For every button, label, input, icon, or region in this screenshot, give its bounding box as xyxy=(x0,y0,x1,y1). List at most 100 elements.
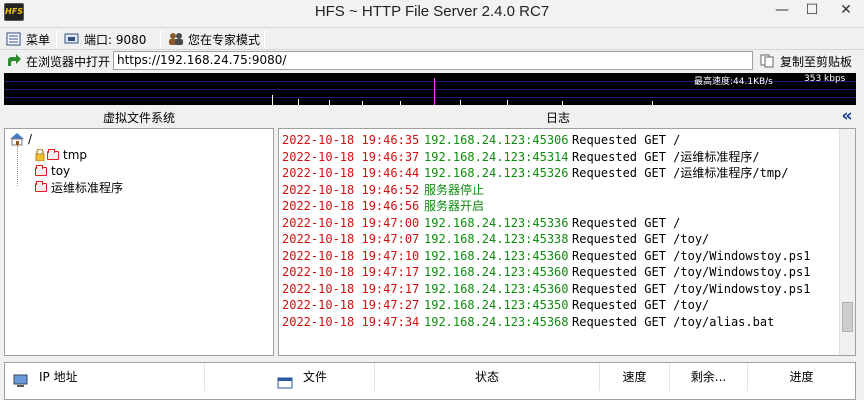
log-message: Requested GET /toy/ xyxy=(572,298,710,312)
menu-button[interactable]: 菜单 xyxy=(6,30,50,48)
tree-item-toy[interactable]: toy xyxy=(35,163,70,179)
graph-bar xyxy=(652,101,653,105)
log-timestamp: 2022-10-18 19:47:17 xyxy=(282,265,420,279)
graph-gridline xyxy=(4,97,856,98)
log-address: 服务器开启 xyxy=(424,199,485,213)
folder-icon xyxy=(35,180,47,192)
graph-bar xyxy=(460,100,461,105)
log-address: 服务器停止 xyxy=(424,182,485,197)
log-address: 192.168.24.123:45306 xyxy=(424,133,569,147)
log-address: 192.168.24.123:45360 xyxy=(424,248,569,263)
close-button[interactable]: ✕ xyxy=(832,0,860,22)
window-icon xyxy=(277,371,293,389)
log-address: 192.168.24.123:45314 xyxy=(424,149,569,164)
toolbar-divider xyxy=(160,30,161,48)
vfs-panel-title: 虚拟文件系统 xyxy=(4,108,274,128)
log-scroll-thumb[interactable] xyxy=(842,302,853,332)
log-timestamp: 2022-10-18 19:47:34 xyxy=(282,314,420,329)
log-timestamp: 2022-10-18 19:46:44 xyxy=(282,166,420,180)
server-url-field[interactable]: https://192.168.24.75:9080/ xyxy=(113,51,753,70)
column-header-status[interactable]: 状态 xyxy=(375,363,600,391)
virtual-file-system-tree[interactable]: / tmp toy 运维标准程序 xyxy=(4,128,274,356)
log-address: 192.168.24.123:45368 xyxy=(424,314,569,329)
collapse-panel-icon[interactable]: « xyxy=(838,106,856,126)
graph-bar xyxy=(329,100,330,105)
tree-item-ops-standard[interactable]: 运维标准程序 xyxy=(35,179,123,195)
lock-icon xyxy=(35,148,45,162)
log-timestamp: 2022-10-18 19:47:07 xyxy=(282,232,420,246)
log-message: Requested GET /运维标准程序/tmp/ xyxy=(572,166,789,180)
graph-gridline xyxy=(4,89,856,90)
log-message: Requested GET / xyxy=(572,133,681,147)
log-timestamp: 2022-10-18 19:47:27 xyxy=(282,298,420,312)
log-address: 192.168.24.123:45326 xyxy=(424,166,569,180)
log-address: 192.168.24.123:45336 xyxy=(424,215,569,230)
column-header-remaining[interactable]: 剩余... xyxy=(670,363,748,391)
column-header-file[interactable]: 文件 xyxy=(205,363,375,391)
toolbar-divider xyxy=(56,30,57,48)
home-icon xyxy=(9,132,25,146)
column-header-progress[interactable]: 进度 xyxy=(748,363,855,391)
log-address: 192.168.24.123:45360 xyxy=(424,265,569,279)
log-timestamp: 2022-10-18 19:46:52 xyxy=(282,182,420,197)
current-speed-readout: 353 kbps xyxy=(804,74,846,84)
connections-table[interactable]: IP 地址 文件 状态 速度 剩余... 进度 xyxy=(4,362,856,400)
log-timestamp: 2022-10-18 19:46:37 xyxy=(282,149,420,164)
column-header-ip[interactable]: IP 地址 xyxy=(5,363,205,391)
menu-icon xyxy=(6,32,22,46)
users-icon xyxy=(168,32,184,46)
log-address: 192.168.24.123:45338 xyxy=(424,232,569,246)
log-timestamp: 2022-10-18 19:47:00 xyxy=(282,215,420,230)
menu-label: 菜单 xyxy=(26,32,51,47)
tree-item-label: toy xyxy=(51,164,71,178)
tree-item-tmp[interactable]: tmp xyxy=(35,147,87,163)
toolbar-divider xyxy=(264,30,265,48)
log-address: 192.168.24.123:45360 xyxy=(424,281,569,296)
minimize-button[interactable]: — xyxy=(768,0,796,22)
tree-connector xyxy=(17,146,18,186)
open-in-browser-button[interactable]: 在浏览器中打开 xyxy=(6,52,110,70)
log-message: Requested GET /运维标准程序/ xyxy=(572,149,760,164)
open-in-browser-label: 在浏览器中打开 xyxy=(26,54,111,69)
folder-icon xyxy=(35,164,47,176)
port-button[interactable]: 端口: 9080 xyxy=(64,30,146,48)
tree-item-label: 运维标准程序 xyxy=(51,180,124,195)
network-port-icon xyxy=(64,32,80,46)
log-timestamp: 2022-10-18 19:47:10 xyxy=(282,248,420,263)
port-label: 端口: 9080 xyxy=(84,32,147,47)
log-message: Requested GET / xyxy=(572,215,681,230)
log-panel-title: 日志 xyxy=(278,108,838,128)
graph-bar xyxy=(507,100,508,105)
log-timestamp: 2022-10-18 19:46:35 xyxy=(282,133,420,147)
graph-bar xyxy=(362,101,363,105)
column-header-label: 文件 xyxy=(303,370,328,384)
open-arrow-icon xyxy=(6,54,22,68)
column-header-speed[interactable]: 速度 xyxy=(600,363,670,391)
tree-root-label: / xyxy=(28,132,33,146)
log-timestamp: 2022-10-18 19:47:17 xyxy=(282,281,420,296)
expert-mode-label: 您在专家模式 xyxy=(188,32,261,47)
graph-bar xyxy=(400,101,401,105)
expert-mode-button[interactable]: 您在专家模式 xyxy=(168,30,260,48)
computer-icon xyxy=(13,370,29,387)
tree-root[interactable]: / xyxy=(9,131,32,147)
copy-to-clipboard-button[interactable]: 复制至剪贴板 xyxy=(760,52,852,70)
tree-item-label: tmp xyxy=(63,148,88,162)
title-bar: HFS HFS ~ HTTP File Server 2.4.0 RC7 — ☐… xyxy=(0,0,864,26)
graph-bar xyxy=(298,99,299,105)
log-message: Requested GET /toy/alias.bat xyxy=(572,314,775,329)
window-title: HFS ~ HTTP File Server 2.4.0 RC7 xyxy=(314,3,550,20)
maximize-button[interactable]: ☐ xyxy=(798,0,826,22)
log-address: 192.168.24.123:45350 xyxy=(424,298,569,312)
graph-bar xyxy=(272,95,273,105)
graph-bar xyxy=(562,101,563,105)
log-message: Requested GET /toy/Windowstoy.ps1 xyxy=(572,281,811,296)
log-message: Requested GET /toy/Windowstoy.ps1 xyxy=(572,248,811,263)
log-scrollbar[interactable] xyxy=(839,129,855,355)
log-timestamp: 2022-10-18 19:46:56 xyxy=(282,199,420,213)
log-message: Requested GET /toy/Windowstoy.ps1 xyxy=(572,265,811,279)
log-panel[interactable]: 2022-10-18 19:46:35 192.168.24.123:45306 R… xyxy=(278,128,856,356)
max-speed-readout: 最高速度:44.1KB/s xyxy=(694,77,773,87)
graph-bar xyxy=(434,78,435,105)
copy-to-clipboard-label: 复制至剪贴板 xyxy=(780,54,853,69)
